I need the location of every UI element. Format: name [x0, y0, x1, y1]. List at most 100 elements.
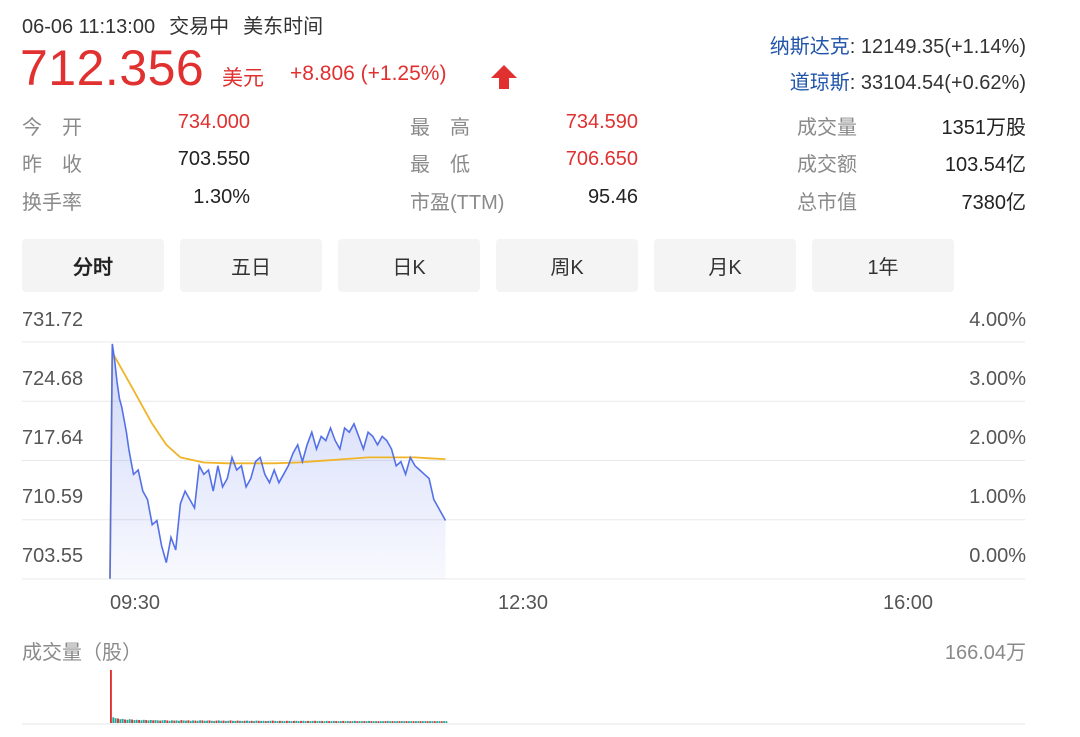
- volume-bar: [241, 720, 244, 723]
- volume-bar: [220, 720, 223, 723]
- high-value: 734.590: [565, 111, 638, 133]
- volume-bar: [307, 720, 309, 723]
- volume-bar: [260, 720, 263, 723]
- volume-bar: [168, 720, 171, 723]
- volume-bar: [346, 721, 349, 723]
- turnover-rate-value: 1.30%: [193, 186, 250, 208]
- volume-bar: [159, 720, 162, 723]
- volume-bar: [405, 721, 408, 723]
- volume-bar: [182, 720, 185, 723]
- volume-bar: [239, 720, 241, 723]
- low-label: 最 低: [410, 154, 470, 176]
- prev-close-label: 昨 收: [22, 154, 82, 176]
- volume-bar: [248, 720, 251, 723]
- volume-bar: [187, 720, 190, 723]
- current-price: 712.356: [20, 40, 205, 96]
- open-label: 今 开: [22, 117, 82, 139]
- volume-bar: [443, 721, 446, 723]
- volume-bar: [119, 719, 122, 723]
- volume-bar: [234, 720, 237, 723]
- turnover-rate-label: 换手率: [22, 192, 82, 214]
- volume-bar: [262, 720, 265, 723]
- volume-bar: [309, 721, 312, 723]
- volume-bar: [354, 720, 356, 723]
- volume-bar: [412, 721, 415, 723]
- volume-bar: [368, 720, 370, 723]
- volume-bar: [426, 721, 429, 723]
- volume-bar: [276, 721, 279, 723]
- volume-bar: [342, 720, 345, 723]
- timezone-label: 美东时间: [243, 16, 324, 38]
- volume-bar: [438, 721, 441, 723]
- volume-bar: [281, 720, 284, 723]
- volume-bar: [264, 721, 267, 723]
- volume-bar: [171, 720, 173, 723]
- index-value: : 12149.35(+1.14%): [849, 36, 1026, 58]
- volume-bar: [293, 720, 295, 723]
- volume-bar: [117, 718, 119, 723]
- volume-bar: [154, 720, 157, 723]
- tab-five-day[interactable]: 五日: [180, 239, 322, 292]
- volume-bar: [126, 719, 129, 723]
- volume-bar: [323, 721, 326, 723]
- volume-bar: [236, 720, 239, 723]
- volume-bar: [147, 720, 150, 723]
- volume-bar: [194, 720, 197, 723]
- volume-bar: [285, 720, 288, 723]
- volume-bar: [288, 720, 291, 723]
- tab-one-year[interactable]: 1年: [812, 239, 954, 292]
- volume-bar: [290, 721, 293, 723]
- volume-bar: [389, 721, 392, 723]
- volume-bar: [232, 720, 234, 723]
- volume-bar: [112, 717, 115, 723]
- volume-bar: [210, 720, 213, 723]
- volume-bar: [173, 720, 176, 723]
- volume-bar: [386, 720, 389, 723]
- volume-bar: [246, 720, 248, 723]
- intraday-chart[interactable]: [0, 300, 1080, 730]
- volume-bar: [229, 720, 232, 723]
- volume-bar: [337, 721, 340, 723]
- arrow-up-icon: [491, 65, 517, 89]
- volume-bar: [410, 721, 413, 723]
- volume-bar: [283, 721, 286, 723]
- index-quote-nasdaq[interactable]: 纳斯达克: 12149.35(+1.14%): [770, 30, 1026, 59]
- volume-bar: [121, 718, 124, 723]
- pe-label: 市盈(TTM): [410, 192, 505, 214]
- index-name[interactable]: 道琼斯: [790, 72, 850, 94]
- tab-daily-k[interactable]: 日K: [338, 239, 480, 292]
- volume-bar: [379, 721, 382, 723]
- volume-bar: [297, 721, 300, 723]
- volume-bar: [206, 720, 209, 723]
- volume-bar: [269, 720, 272, 723]
- volume-bar: [415, 721, 417, 723]
- volume-bar: [351, 721, 354, 723]
- volume-bar: [278, 720, 281, 723]
- volume-bar: [361, 721, 363, 723]
- volume-bar: [128, 719, 131, 723]
- volume-bar: [332, 720, 335, 723]
- volume-bar: [124, 719, 126, 723]
- volume-bar: [257, 720, 260, 723]
- quote-status-line: 06-06 11:13:00 交易中 美东时间: [22, 10, 337, 39]
- volume-bar: [330, 721, 333, 723]
- index-quote-dow[interactable]: 道琼斯: 33104.54(+0.62%): [790, 66, 1026, 95]
- tab-weekly-k[interactable]: 周K: [496, 239, 638, 292]
- volume-bar: [400, 721, 403, 723]
- volume-bar: [161, 720, 164, 723]
- index-name[interactable]: 纳斯达克: [770, 36, 850, 58]
- volume-bar: [304, 721, 307, 723]
- volume-bar: [314, 720, 316, 723]
- volume-bar: [422, 721, 424, 723]
- volume-bar: [185, 720, 187, 723]
- tab-intraday[interactable]: 分时: [22, 239, 164, 292]
- turnover-value: 103.54亿: [944, 154, 1026, 176]
- tab-monthly-k[interactable]: 月K: [654, 239, 796, 292]
- volume-bar: [384, 721, 387, 723]
- volume-bar: [403, 721, 406, 723]
- volume-bar: [166, 720, 169, 723]
- volume-bar: [175, 720, 178, 723]
- volume-bar: [149, 720, 152, 723]
- volume-bar: [203, 720, 206, 723]
- volume-bar: [372, 721, 375, 723]
